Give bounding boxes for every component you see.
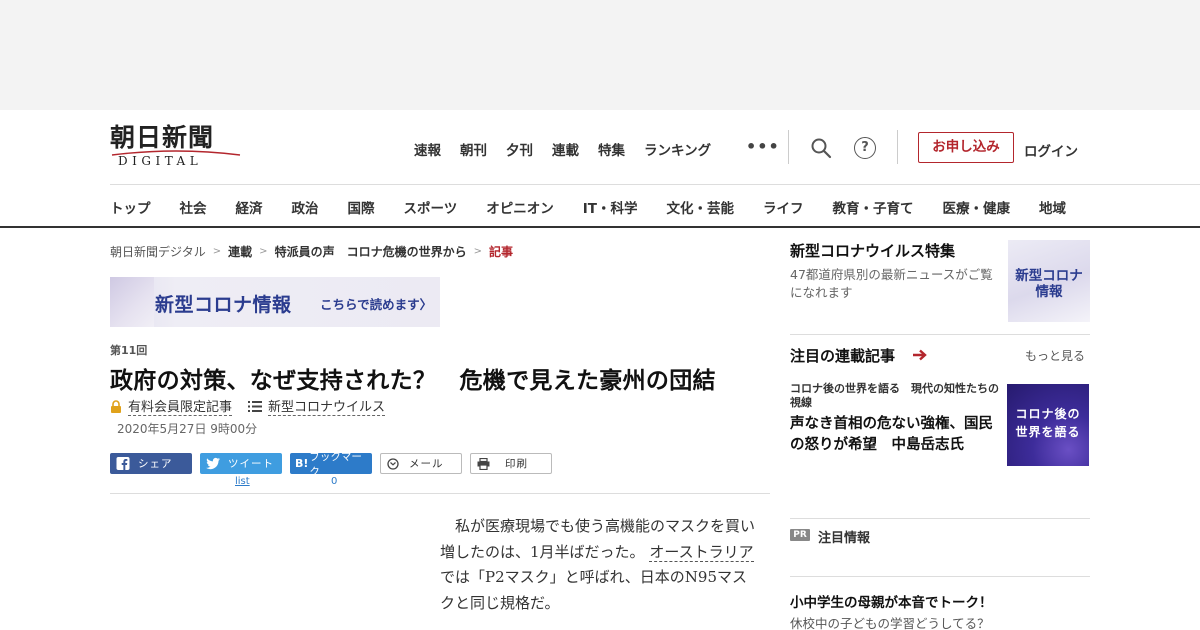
twitter-share-button[interactable]: ツイート bbox=[200, 453, 282, 474]
body-link-australia[interactable]: オーストラリア bbox=[649, 542, 754, 562]
list-icon bbox=[248, 400, 263, 412]
top-nav-features[interactable]: 特集 bbox=[598, 139, 625, 159]
topic-tag[interactable]: 新型コロナウイルス bbox=[268, 396, 386, 416]
subscribe-button[interactable]: お申し込み bbox=[918, 132, 1014, 163]
breadcrumb-home[interactable]: 朝日新聞デジタル bbox=[110, 243, 206, 260]
serial-label: コロナ後の世界を語る 現代の知性たちの視線 bbox=[790, 382, 999, 409]
lock-icon bbox=[111, 399, 121, 413]
hatena-count[interactable]: 0 bbox=[331, 476, 337, 487]
corona-feature-thumbnail[interactable]: 新型コロナ 情報 bbox=[1008, 240, 1090, 322]
series-number: 第11回 bbox=[110, 344, 148, 357]
breadcrumb-current: 記事 bbox=[488, 245, 513, 259]
header-divider bbox=[897, 130, 898, 164]
top-nav-series[interactable]: 連載 bbox=[552, 139, 579, 159]
corona-info-banner[interactable]: 新型コロナ情報 こちらで読めます〉 bbox=[110, 277, 440, 327]
more-icon[interactable]: ••• bbox=[746, 137, 780, 156]
mail-share-label: メール bbox=[409, 458, 444, 470]
help-icon[interactable]: ? bbox=[854, 137, 876, 159]
pr-ad-title[interactable]: 小中学生の母親が本音でトーク！ bbox=[790, 591, 993, 611]
thumbnail-text: 世界を語る bbox=[1015, 425, 1081, 439]
paid-member-tag[interactable]: 有料会員限定記事 bbox=[128, 396, 233, 416]
top-nav: 速報 朝刊 夕刊 連載 特集 ランキング bbox=[414, 139, 730, 159]
facebook-icon bbox=[116, 457, 130, 470]
breadcrumb-series[interactable]: 連載 bbox=[228, 243, 252, 260]
divider bbox=[110, 493, 770, 494]
facebook-share-button[interactable]: シェア bbox=[110, 453, 192, 474]
banner-decoration bbox=[110, 277, 154, 327]
mail-icon bbox=[387, 458, 399, 470]
divider bbox=[110, 184, 1200, 185]
thumbnail-text: 情報 bbox=[1035, 284, 1063, 300]
twitter-share-label: ツイート bbox=[228, 458, 274, 470]
search-icon[interactable] bbox=[810, 137, 832, 159]
site-logo[interactable]: 朝日新聞 DIGITAL bbox=[110, 124, 245, 170]
article-tags: 有料会員限定記事 新型コロナウイルス bbox=[110, 396, 386, 416]
category-international[interactable]: 国際 bbox=[348, 197, 375, 217]
category-life[interactable]: ライフ bbox=[763, 197, 804, 217]
breadcrumb-separator: > bbox=[212, 246, 222, 257]
print-icon bbox=[477, 458, 490, 470]
facebook-share-label: シェア bbox=[138, 458, 173, 470]
header-divider bbox=[788, 130, 789, 164]
category-education[interactable]: 教育・子育て bbox=[832, 197, 913, 217]
publish-date: 2020年5月27日 9時00分 bbox=[117, 422, 258, 436]
serial-thumbnail[interactable]: コロナ後の 世界を語る bbox=[1007, 384, 1089, 466]
pr-badge: PR bbox=[790, 529, 810, 541]
top-nav-ranking[interactable]: ランキング bbox=[644, 139, 711, 159]
article-title: 政府の対策、なぜ支持された？ 危機で見えた豪州の団結 bbox=[110, 368, 716, 394]
corona-feature-desc: 47都道府県別の最新ニュースがご覧になれます bbox=[790, 267, 993, 300]
hatena-bookmark-button[interactable]: B! ブックマーク bbox=[290, 451, 372, 478]
breadcrumb-separator: > bbox=[473, 246, 482, 257]
pr-section-title: 注目情報 bbox=[818, 531, 871, 546]
banner-cta: こちらで読めます〉 bbox=[320, 297, 433, 312]
category-sports[interactable]: スポーツ bbox=[404, 197, 458, 217]
category-it-science[interactable]: IT・科学 bbox=[583, 197, 638, 217]
top-nav-breaking[interactable]: 速報 bbox=[414, 139, 441, 159]
category-economy[interactable]: 経済 bbox=[236, 197, 263, 217]
category-politics[interactable]: 政治 bbox=[292, 197, 319, 217]
twitter-icon bbox=[206, 457, 220, 470]
body-text: では「P2マスク」と呼ばれ、日本のN95マスクと同じ規格だ。 bbox=[440, 568, 747, 612]
thumbnail-text: 新型コロナ bbox=[1015, 268, 1083, 284]
category-society[interactable]: 社会 bbox=[180, 197, 207, 217]
twitter-count[interactable]: list bbox=[235, 476, 250, 487]
corona-feature-title[interactable]: 新型コロナウイルス特集 bbox=[790, 240, 955, 261]
more-serials-link[interactable]: もっと見る bbox=[1025, 347, 1085, 364]
divider bbox=[790, 576, 1090, 577]
category-opinion[interactable]: オピニオン bbox=[486, 197, 554, 217]
breadcrumb-separator: > bbox=[259, 246, 268, 257]
print-label: 印刷 bbox=[505, 458, 528, 470]
pr-ad-desc[interactable]: 休校中の子どもの学習どうしてる？ bbox=[790, 613, 990, 630]
article-body: 私が医療現場でも使う高機能のマスクを買い増したのは、1月半ばだった。 オーストラ… bbox=[440, 514, 760, 616]
divider bbox=[0, 226, 1200, 228]
breadcrumb: 朝日新聞デジタル > 連載 > 特派員の声 コロナ危機の世界から > 記事 bbox=[110, 243, 513, 260]
ad-banner-area bbox=[0, 0, 1200, 110]
category-local[interactable]: 地域 bbox=[1039, 197, 1066, 217]
mail-share-button[interactable]: メール bbox=[380, 453, 462, 474]
logo-wordmark-en: DIGITAL bbox=[118, 154, 203, 168]
category-culture[interactable]: 文化・芸能 bbox=[666, 197, 734, 217]
category-nav: トップ 社会 経済 政治 国際 スポーツ オピニオン IT・科学 文化・芸能 ラ… bbox=[110, 197, 1066, 217]
category-top[interactable]: トップ bbox=[110, 197, 151, 217]
divider bbox=[790, 518, 1090, 519]
serials-section-title: 注目の連載記事 bbox=[790, 347, 896, 365]
top-nav-morning[interactable]: 朝刊 bbox=[460, 139, 487, 159]
category-health[interactable]: 医療・健康 bbox=[942, 197, 1010, 217]
banner-title: 新型コロナ情報 bbox=[155, 294, 292, 316]
hatena-icon: B! bbox=[295, 457, 309, 470]
serial-headline[interactable]: 声なき首相の危ない強権、国民の怒りが希望 中島岳志氏 bbox=[790, 414, 1005, 456]
hatena-bookmark-label: ブックマーク bbox=[309, 450, 362, 478]
top-nav-evening[interactable]: 夕刊 bbox=[506, 139, 533, 159]
divider bbox=[790, 334, 1090, 335]
login-link[interactable]: ログイン bbox=[1024, 140, 1078, 160]
print-button[interactable]: 印刷 bbox=[470, 453, 552, 474]
thumbnail-text: コロナ後の bbox=[1015, 407, 1081, 421]
arrow-right-icon bbox=[913, 349, 927, 361]
breadcrumb-column[interactable]: 特派員の声 コロナ危機の世界から bbox=[275, 243, 467, 260]
